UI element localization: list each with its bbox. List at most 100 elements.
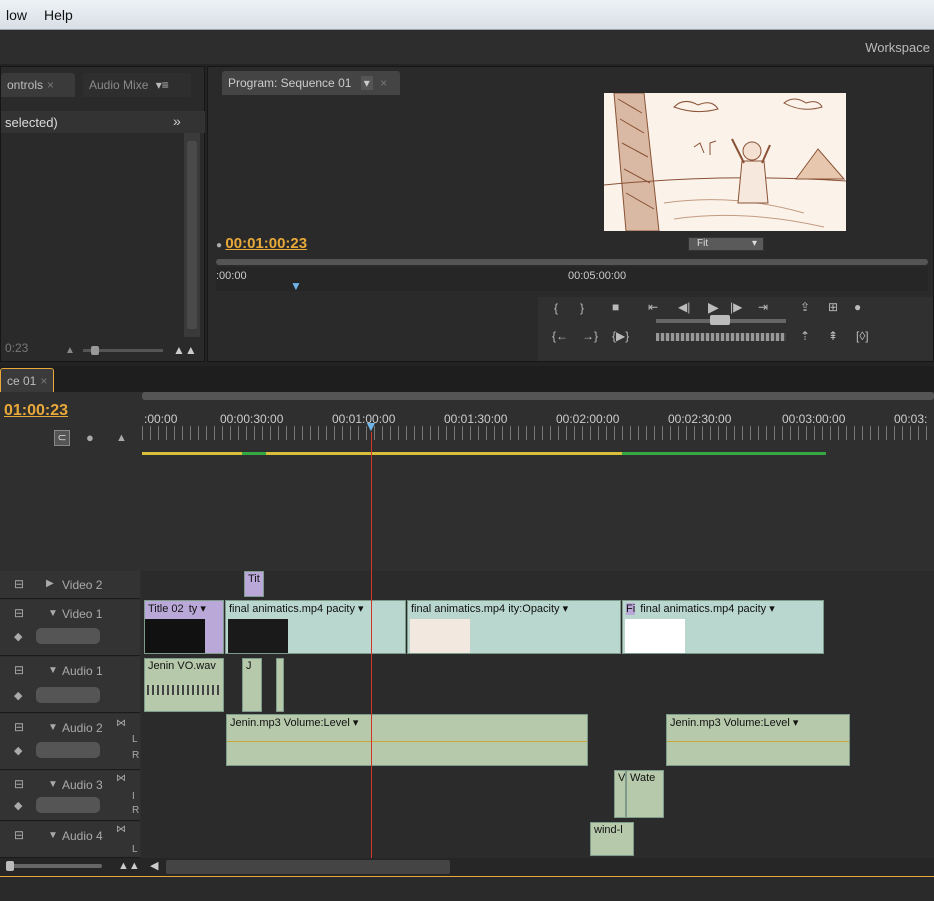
shuttle-slider[interactable] [656, 315, 786, 325]
play-icon[interactable]: ▶ [708, 299, 719, 316]
clip-jenin-vo-2[interactable]: J [242, 658, 262, 712]
mark-out-icon[interactable]: } [580, 301, 584, 315]
playhead-icon[interactable]: ▼ [290, 279, 302, 293]
timeline-ticks[interactable] [142, 426, 934, 440]
fit-dropdown[interactable]: Fit ▾ [688, 237, 764, 251]
collapse-track-icon[interactable]: ▼ [48, 779, 58, 790]
dropdown-icon[interactable]: ▾ [360, 76, 373, 90]
timeline-zoom-slider[interactable] [6, 861, 102, 871]
tab-label: Audio Mixe [89, 78, 149, 92]
clip-water[interactable]: Wate [626, 770, 664, 818]
track-output-icon[interactable]: ⊟ [14, 720, 24, 734]
clip-final-animatics-3[interactable]: Fi final animatics.mp4 pacity ▾ [622, 600, 824, 654]
ruler-label: :00:00 [144, 412, 178, 426]
track-output-icon[interactable]: ⊟ [14, 663, 24, 677]
jog-disk[interactable] [656, 333, 786, 341]
collapse-track-icon[interactable]: ▼ [48, 722, 58, 733]
clip-title-02[interactable]: Title 02 ty ▾ [144, 600, 224, 654]
tab-program[interactable]: Program: Sequence 01 ▾ × [222, 71, 400, 95]
zoom-in-icon[interactable]: ▲▲ [173, 343, 197, 357]
marker-pin-icon[interactable]: ● [86, 430, 94, 445]
tab-effect-controls[interactable]: ontrols × [1, 73, 75, 97]
panel-menu-icon[interactable]: ▾≡ [156, 78, 169, 92]
collapse-track-icon[interactable]: ▼ [48, 665, 58, 676]
zoom-handle[interactable] [6, 861, 14, 871]
keyframe-icon[interactable]: ◆ [14, 630, 22, 643]
lift-icon[interactable]: ⇡ [800, 329, 810, 343]
shuttle-handle[interactable] [710, 315, 730, 325]
go-to-previous-edit-icon[interactable]: {← [552, 329, 568, 343]
ruler-label: :00:00 [216, 270, 247, 282]
clip-thumbnail [145, 619, 205, 653]
go-to-in-icon[interactable]: ⇤ [648, 300, 658, 314]
keyframe-icon[interactable]: ◆ [14, 689, 22, 702]
volume-line[interactable] [227, 741, 587, 742]
export-frame-icon[interactable]: ⇪ [800, 300, 810, 314]
go-to-out-icon[interactable]: ⇥ [758, 300, 768, 314]
safe-margins-icon[interactable]: ⊞ [828, 300, 838, 314]
playhead-line[interactable] [371, 432, 372, 858]
mark-in-icon[interactable]: { [554, 301, 558, 315]
tab-sequence-01[interactable]: ce 01 × [0, 368, 54, 392]
horizontal-scrollbar-thumb[interactable] [166, 860, 450, 874]
storyboard-image [604, 93, 846, 231]
tab-label: ontrols [7, 78, 44, 92]
clip-final-animatics-1[interactable]: final animatics.mp4 pacity ▾ [225, 600, 406, 654]
expand-icon[interactable]: » [173, 113, 181, 129]
close-icon[interactable]: × [40, 374, 47, 388]
tab-audio-mixer[interactable]: Audio Mixe ▾≡ [83, 73, 191, 97]
scrollbar-thumb[interactable] [187, 141, 197, 329]
extract-icon[interactable]: ⇞ [828, 329, 838, 343]
track-output-icon[interactable]: ⊟ [14, 577, 24, 591]
step-back-icon[interactable]: ◀| [678, 300, 690, 314]
marker-icon[interactable]: ■ [612, 300, 619, 314]
menu-help[interactable]: Help [44, 7, 73, 23]
track-output-icon[interactable]: ⊟ [14, 828, 24, 842]
timeline-zoom-bar[interactable] [142, 392, 934, 400]
keyframe-navigator[interactable] [36, 687, 100, 703]
add-marker-icon[interactable]: ▲ [116, 432, 127, 444]
zoom-slider[interactable] [83, 346, 163, 355]
zoom-handle[interactable] [91, 346, 99, 355]
clip-jenin-mp3-2[interactable]: Jenin.mp3 Volume:Level ▾ [666, 714, 850, 766]
clip-audio3-v[interactable]: V [614, 770, 626, 818]
step-forward-icon[interactable]: |▶ [730, 300, 742, 314]
close-icon[interactable]: × [47, 78, 54, 92]
program-timecode[interactable]: 00:01:00:23 [225, 235, 307, 252]
collapse-track-icon[interactable]: ▼ [48, 608, 58, 619]
volume-line[interactable] [667, 741, 849, 742]
clip-jenin-vo-3[interactable] [276, 658, 284, 712]
program-zoom-bar[interactable] [216, 259, 928, 265]
expand-track-icon[interactable]: ▶ [46, 578, 54, 589]
waveform [147, 685, 221, 695]
settings-icon[interactable]: ● [854, 300, 861, 314]
scroll-left-icon[interactable]: ◀ [150, 859, 158, 872]
workspace-menu[interactable]: Workspace [865, 40, 930, 55]
clip-jenin-vo[interactable]: Jenin VO.wav [144, 658, 224, 712]
clip-jenin-mp3-1[interactable]: Jenin.mp3 Volume:Level ▾ [226, 714, 588, 766]
track-output-icon[interactable]: ⊟ [14, 777, 24, 791]
track-output-icon[interactable]: ⊟ [14, 606, 24, 620]
snap-icon[interactable]: ⊂ [54, 430, 70, 446]
keyframe-navigator[interactable] [36, 628, 100, 644]
clip-final-animatics-2[interactable]: final animatics.mp4 ity:Opacity ▾ [407, 600, 621, 654]
close-icon[interactable]: × [380, 76, 387, 90]
collapse-track-icon[interactable]: ▼ [48, 830, 58, 841]
channel-label: R [132, 805, 140, 816]
clip-wind[interactable]: wind-l [590, 822, 634, 856]
keyframe-icon[interactable]: ◆ [14, 744, 22, 757]
keyframe-navigator[interactable] [36, 797, 100, 813]
go-to-next-edit-icon[interactable]: →} [582, 329, 598, 343]
scrollbar[interactable] [184, 133, 200, 337]
keyframe-icon[interactable]: ◆ [14, 799, 22, 812]
menu-window[interactable]: low [6, 7, 27, 23]
zoom-out-icon[interactable]: ▲ [65, 345, 75, 356]
timeline-timecode[interactable]: 01:00:23 [4, 402, 68, 420]
play-in-to-out-icon[interactable]: {▶} [612, 329, 629, 343]
keyframe-navigator[interactable] [36, 742, 100, 758]
program-ruler[interactable]: :00:00 00:05:00:00 ▼ [216, 267, 928, 293]
clip-thumbnail [625, 619, 685, 653]
trim-monitor-icon[interactable]: [◊] [856, 329, 869, 343]
clip-title-v2[interactable]: Tit [244, 571, 264, 597]
zoom-in-icon[interactable]: ▲▲ [118, 860, 140, 872]
